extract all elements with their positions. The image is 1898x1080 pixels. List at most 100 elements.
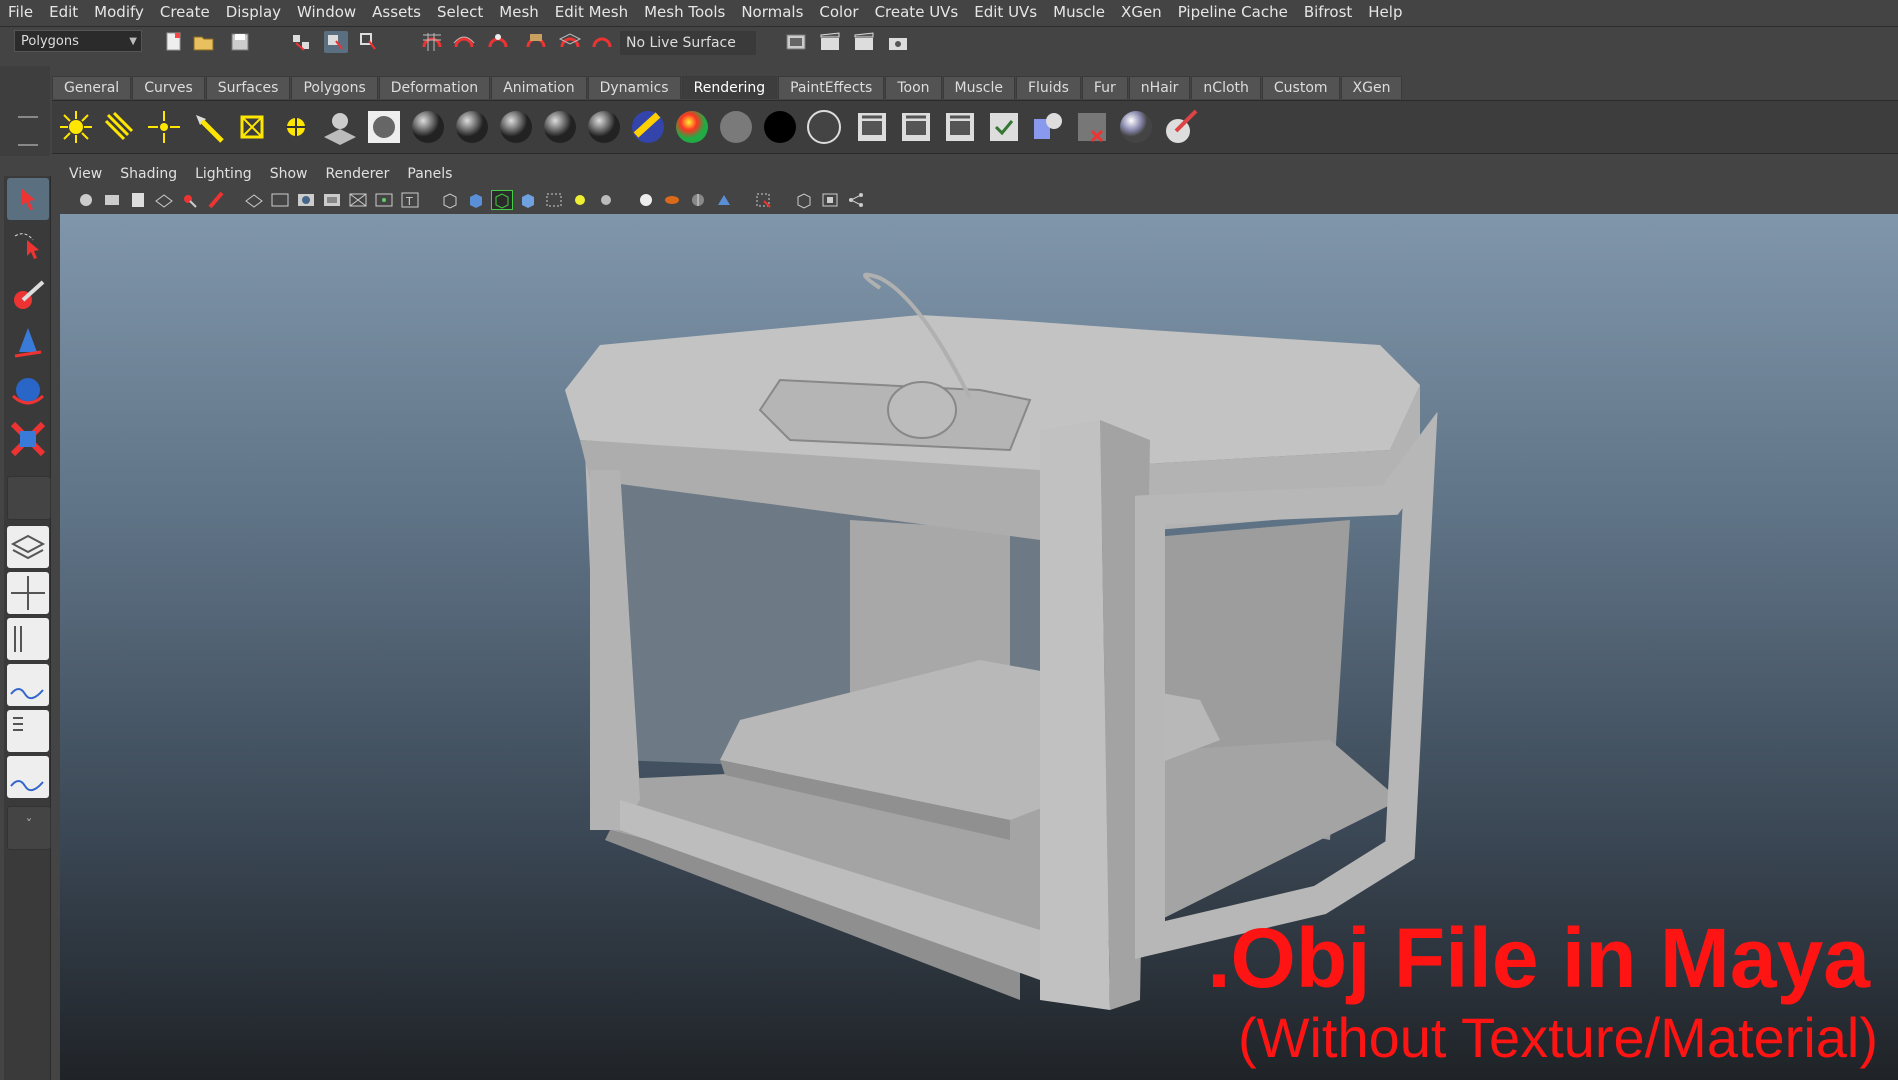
directional-light-icon[interactable] xyxy=(100,107,140,147)
shelf-menu-icon[interactable] xyxy=(18,116,38,146)
menu-edit-mesh[interactable]: Edit Mesh xyxy=(547,3,636,21)
use-background-icon[interactable] xyxy=(716,107,756,147)
hypershade-sphere-icon[interactable] xyxy=(364,107,404,147)
paint-select-tool-icon[interactable] xyxy=(7,274,49,316)
select-tool-icon[interactable] xyxy=(7,178,49,220)
panel-menu-shading[interactable]: Shading xyxy=(111,166,186,182)
lasso-tool-icon[interactable] xyxy=(7,226,49,268)
select-object-icon[interactable] xyxy=(324,31,348,53)
menu-window[interactable]: Window xyxy=(289,3,364,21)
textured-icon[interactable] xyxy=(518,191,538,209)
menu-color[interactable]: Color xyxy=(811,3,866,21)
screen-space-ao-icon[interactable] xyxy=(636,191,656,209)
save-scene-icon[interactable] xyxy=(228,31,252,53)
layout-hypershade-persp-icon[interactable] xyxy=(7,710,49,752)
more-layouts-chevron-icon[interactable]: ˇ xyxy=(7,806,51,850)
last-tool-slot[interactable] xyxy=(7,476,51,520)
tab-nhair[interactable]: nHair xyxy=(1128,76,1191,99)
phong-icon[interactable] xyxy=(496,107,536,147)
menu-display[interactable]: Display xyxy=(218,3,289,21)
wireframe-on-shaded-icon[interactable] xyxy=(491,190,513,210)
batch-render-icon[interactable] xyxy=(940,107,980,147)
menu-muscle[interactable]: Muscle xyxy=(1045,3,1113,21)
tab-custom[interactable]: Custom xyxy=(1261,76,1340,99)
share-icon[interactable] xyxy=(846,191,866,209)
menu-set-select[interactable]: Polygons ▼ xyxy=(14,30,142,52)
move-tool-icon[interactable] xyxy=(7,322,49,364)
safe-title-icon[interactable]: T xyxy=(400,191,420,209)
spot-light-icon[interactable] xyxy=(188,107,228,147)
grease-pencil-icon[interactable] xyxy=(206,191,226,209)
menu-create-uvs[interactable]: Create UVs xyxy=(867,3,967,21)
smooth-shade-icon[interactable] xyxy=(466,191,486,209)
ipr-render-icon[interactable] xyxy=(852,31,876,53)
snap-curve-icon[interactable] xyxy=(452,31,476,53)
grid-toggle-icon[interactable] xyxy=(244,191,264,209)
render-frame-icon[interactable] xyxy=(818,31,842,53)
menu-help[interactable]: Help xyxy=(1360,3,1410,21)
panel-menu-view[interactable]: View xyxy=(60,166,111,182)
xray-joints-icon[interactable] xyxy=(794,191,814,209)
panel-menu-panels[interactable]: Panels xyxy=(398,166,461,182)
field-chart-icon[interactable] xyxy=(348,191,368,209)
select-component-icon[interactable] xyxy=(358,31,382,53)
menu-assets[interactable]: Assets xyxy=(364,3,429,21)
tab-xgen[interactable]: XGen xyxy=(1340,76,1403,99)
shadows-icon[interactable] xyxy=(596,191,616,209)
select-camera-icon[interactable] xyxy=(76,191,96,209)
motion-blur-icon[interactable] xyxy=(662,191,682,209)
snap-point-icon[interactable] xyxy=(486,31,510,53)
menu-modify[interactable]: Modify xyxy=(86,3,152,21)
panel-menu-lighting[interactable]: Lighting xyxy=(186,166,261,182)
xray-icon[interactable] xyxy=(544,191,564,209)
film-gate-icon[interactable] xyxy=(270,191,290,209)
scale-tool-icon[interactable] xyxy=(7,418,49,460)
tab-general[interactable]: General xyxy=(52,76,132,99)
new-scene-icon[interactable] xyxy=(162,31,186,53)
render-view-icon[interactable] xyxy=(784,31,808,53)
bookmarks-icon[interactable] xyxy=(128,191,148,209)
ambient-light-icon[interactable] xyxy=(56,107,96,147)
tab-dynamics[interactable]: Dynamics xyxy=(587,76,681,99)
layout-single-pane-icon[interactable] xyxy=(7,526,49,568)
tab-muscle[interactable]: Muscle xyxy=(942,76,1015,99)
tab-deformation[interactable]: Deformation xyxy=(378,76,491,99)
anti-aliasing-icon[interactable] xyxy=(688,191,708,209)
tab-animation[interactable]: Animation xyxy=(491,76,587,99)
safe-action-icon[interactable] xyxy=(374,191,394,209)
snap-surface-icon[interactable] xyxy=(558,31,582,53)
menu-xgen[interactable]: XGen xyxy=(1113,3,1170,21)
tab-ncloth[interactable]: nCloth xyxy=(1191,76,1261,99)
panel-menu-renderer[interactable]: Renderer xyxy=(316,166,398,182)
layout-graph-persp-icon[interactable] xyxy=(7,664,49,706)
live-surface-field[interactable]: No Live Surface xyxy=(620,31,756,55)
menu-pipeline-cache[interactable]: Pipeline Cache xyxy=(1170,3,1296,21)
tab-toon[interactable]: Toon xyxy=(885,76,942,99)
menu-create[interactable]: Create xyxy=(152,3,218,21)
make-live-icon[interactable] xyxy=(590,31,614,53)
anisotropic-icon[interactable] xyxy=(584,107,624,147)
use-default-lights-icon[interactable] xyxy=(570,191,590,209)
shading-group-icon[interactable] xyxy=(1116,107,1156,147)
select-hierarchy-icon[interactable] xyxy=(290,31,314,53)
layout-four-pane-icon[interactable] xyxy=(7,572,49,614)
menu-normals[interactable]: Normals xyxy=(733,3,811,21)
rotate-tool-icon[interactable] xyxy=(7,370,49,412)
ipr-render-icon[interactable] xyxy=(896,107,936,147)
two-d-pan-zoom-icon[interactable] xyxy=(180,191,200,209)
menu-select[interactable]: Select xyxy=(429,3,491,21)
xray-active-icon[interactable] xyxy=(820,191,840,209)
ibl-icon[interactable] xyxy=(320,107,360,147)
layout-outliner-persp-icon[interactable] xyxy=(7,618,49,660)
open-scene-icon[interactable] xyxy=(192,31,216,53)
gate-mask-icon[interactable] xyxy=(322,191,342,209)
tab-rendering[interactable]: Rendering xyxy=(681,76,778,99)
resolution-gate-icon[interactable] xyxy=(296,191,316,209)
menu-edit[interactable]: Edit xyxy=(41,3,86,21)
shading-map-icon[interactable] xyxy=(804,107,844,147)
tab-fur[interactable]: Fur xyxy=(1081,76,1128,99)
wireframe-icon[interactable] xyxy=(440,191,460,209)
paint-render-icon[interactable] xyxy=(1160,107,1200,147)
menu-file[interactable]: File xyxy=(0,3,41,21)
camera-attributes-icon[interactable] xyxy=(102,191,122,209)
